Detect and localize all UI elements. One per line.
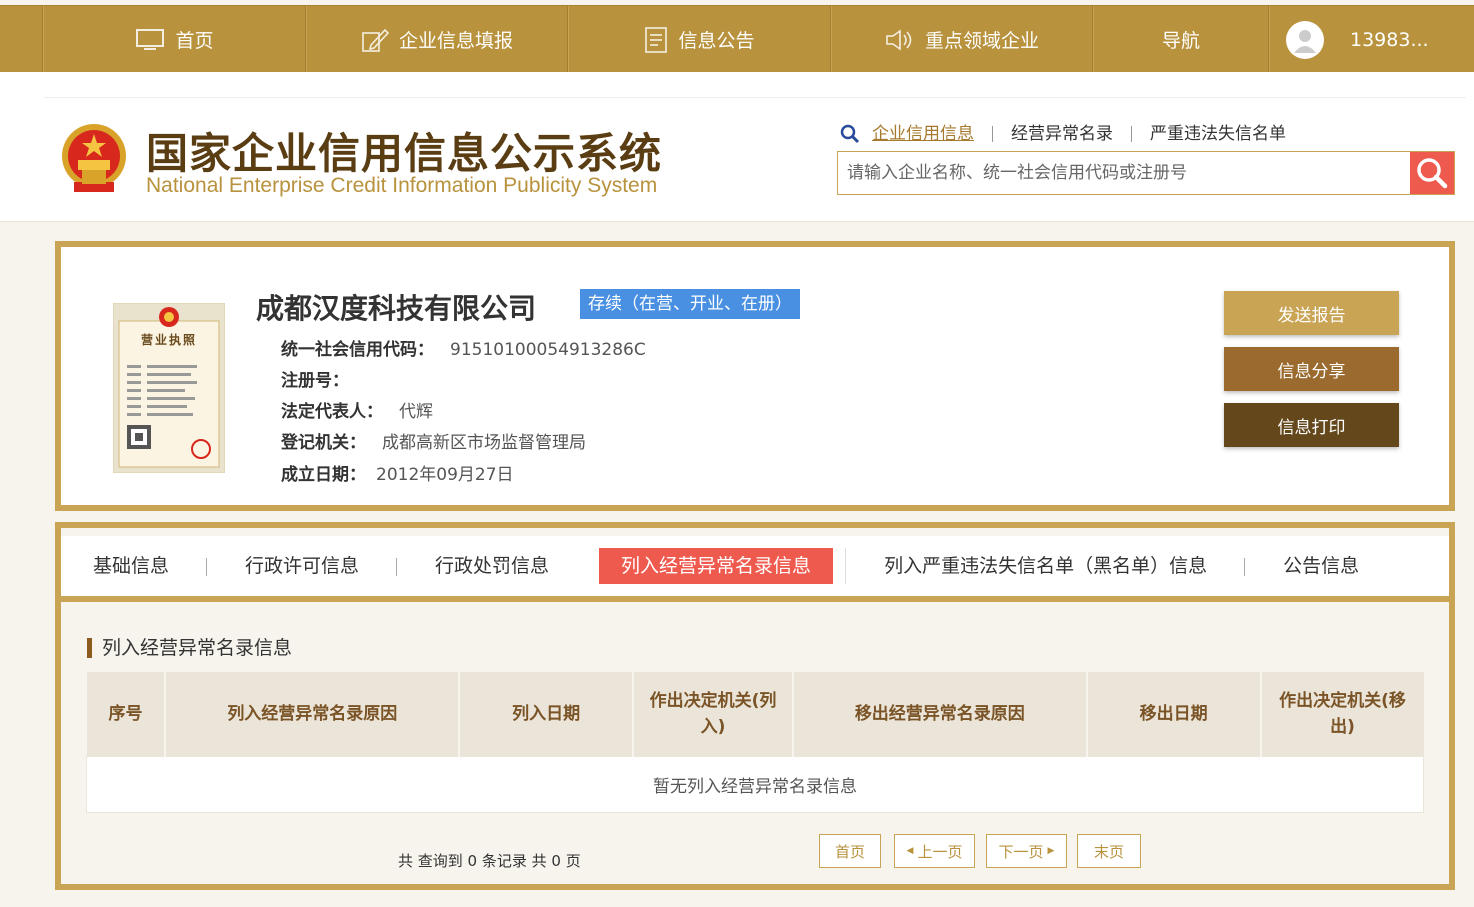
- tab-basic-info[interactable]: 基础信息: [61, 548, 208, 584]
- tab-admin-license[interactable]: 行政许可信息: [207, 548, 398, 584]
- search-tab-abnormal[interactable]: 经营异常名录: [993, 126, 1132, 143]
- company-card: 营业执照 成都汉度科技有限公司 存续（在营、开业、在册） 统一社会信用代码： 91…: [55, 241, 1455, 511]
- header-divider: [44, 97, 1466, 98]
- pager-first-button[interactable]: 首页: [819, 834, 881, 868]
- table-header-row: 序号 列入经营异常名录原因 列入日期 作出决定机关(列入) 移出经营异常名录原因…: [86, 672, 1424, 756]
- search-small-icon: [840, 124, 860, 144]
- column-header: 作出决定机关(移出): [1260, 672, 1424, 756]
- nav-item-key-sectors[interactable]: 重点领域企业: [831, 6, 1093, 73]
- info-credit-code: 统一社会信用代码： 91510100054913286C: [281, 335, 646, 360]
- info-established: 成立日期： 2012年09月27日: [281, 460, 514, 485]
- column-header: 列入日期: [459, 672, 635, 756]
- nav-item-enterprise-report[interactable]: 企业信息填报: [306, 6, 568, 73]
- site-subtitle: National Enterprise Credit Information P…: [146, 174, 658, 197]
- field-value: 91510100054913286C: [450, 340, 646, 360]
- nav-label: 重点领域企业: [924, 30, 1039, 52]
- abnormal-list-table: 序号 列入经营异常名录原因 列入日期 作出决定机关(列入) 移出经营异常名录原因…: [86, 672, 1424, 813]
- chevron-right-icon: ▶: [1047, 846, 1055, 856]
- share-info-button[interactable]: 信息分享: [1224, 347, 1399, 391]
- tab-announcements[interactable]: 公告信息: [1245, 548, 1397, 584]
- info-panel: 基础信息 行政许可信息 行政处罚信息 列入经营异常名录信息 列入严重违法失信名单…: [55, 522, 1455, 890]
- empty-message: 暂无列入经营异常名录信息: [86, 755, 1424, 813]
- tab-blacklist[interactable]: 列入严重违法失信名单（黑名单）信息: [845, 548, 1246, 584]
- search-input[interactable]: [838, 152, 1410, 194]
- nav-item-home[interactable]: 首页: [43, 6, 306, 73]
- search-box: [837, 151, 1455, 195]
- field-value: 2012年09月27日: [376, 465, 514, 485]
- monitor-icon: [135, 28, 165, 52]
- status-badge: 存续（在营、开业、在册）: [580, 289, 800, 319]
- field-value: 成都高新区市场监督管理局: [382, 433, 586, 453]
- send-report-button[interactable]: 发送报告: [1224, 291, 1399, 335]
- business-license-image[interactable]: 营业执照: [112, 302, 226, 474]
- user-menu[interactable]: 13983...: [1269, 6, 1474, 73]
- nav-label: 企业信息填报: [398, 30, 513, 52]
- search-tab-blacklist[interactable]: 严重违法失信名单: [1132, 126, 1304, 143]
- print-info-button[interactable]: 信息打印: [1224, 403, 1399, 447]
- field-label: 成立日期：: [281, 465, 366, 485]
- site-header: 国家企业信用信息公示系统 National Enterprise Credit …: [0, 72, 1474, 222]
- speaker-icon: [885, 28, 915, 51]
- info-tabs: 基础信息 行政许可信息 行政处罚信息 列入经营异常名录信息 列入严重违法失信名单…: [61, 536, 1449, 602]
- field-value: 代辉: [399, 402, 433, 422]
- search-icon: [1417, 158, 1448, 189]
- nav-label: 首页: [175, 30, 214, 52]
- field-label: 统一社会信用代码：: [281, 340, 434, 360]
- nav-label: 导航: [1161, 30, 1200, 52]
- pager-last-button[interactable]: 末页: [1077, 834, 1141, 868]
- section-title: 列入经营异常名录信息: [87, 638, 292, 658]
- pager-next-label: 下一页: [998, 842, 1044, 861]
- avatar: [1286, 20, 1324, 59]
- column-header: 序号: [86, 672, 167, 756]
- info-legal-rep: 法定代表人： 代辉: [281, 397, 433, 422]
- nav-item-announcements[interactable]: 信息公告: [568, 6, 831, 73]
- column-header: 移出经营异常名录原因: [792, 672, 1088, 756]
- column-header: 作出决定机关(列入): [633, 672, 794, 756]
- license-title: 营业执照: [140, 333, 197, 347]
- column-header: 列入经营异常名录原因: [165, 672, 461, 756]
- national-emblem-icon: [58, 122, 130, 198]
- info-authority: 登记机关： 成都高新区市场监督管理局: [281, 428, 586, 453]
- user-name: 13983...: [1350, 28, 1429, 51]
- document-icon: [644, 26, 668, 54]
- pager-prev-label: 上一页: [917, 842, 963, 861]
- site-title: 国家企业信用信息公示系统: [146, 129, 663, 178]
- search-button[interactable]: [1410, 152, 1454, 194]
- edit-icon: [361, 27, 389, 53]
- search-type-tabs: 企业信用信息 经营异常名录 严重违法失信名单: [840, 124, 1304, 144]
- chevron-left-icon: ◀: [906, 846, 914, 856]
- table-row: 暂无列入经营异常名录信息: [86, 755, 1424, 813]
- tab-abnormal-list[interactable]: 列入经营异常名录信息: [599, 548, 834, 584]
- field-label: 法定代表人：: [281, 402, 383, 422]
- nav-spacer: [0, 6, 43, 73]
- pager-summary: 共 查询到 0 条记录 共 0 页: [398, 852, 581, 870]
- nav-label: 信息公告: [678, 30, 755, 52]
- top-navigation: 首页 企业信息填报 信息公告 重点领域企业 导航 13983...: [0, 5, 1474, 73]
- search-tab-credit[interactable]: 企业信用信息: [864, 126, 993, 143]
- nav-item-guide[interactable]: 导航: [1093, 6, 1269, 73]
- column-header: 移出日期: [1086, 672, 1262, 756]
- pager-next-button[interactable]: 下一页 ▶: [986, 834, 1067, 868]
- company-name: 成都汉度科技有限公司: [256, 292, 537, 325]
- tab-admin-penalty[interactable]: 行政处罚信息: [397, 548, 587, 584]
- field-label: 注册号：: [281, 371, 349, 391]
- field-label: 登记机关：: [281, 433, 366, 453]
- pager-prev-button[interactable]: ◀ 上一页: [894, 834, 975, 868]
- info-reg-number: 注册号：: [281, 366, 365, 391]
